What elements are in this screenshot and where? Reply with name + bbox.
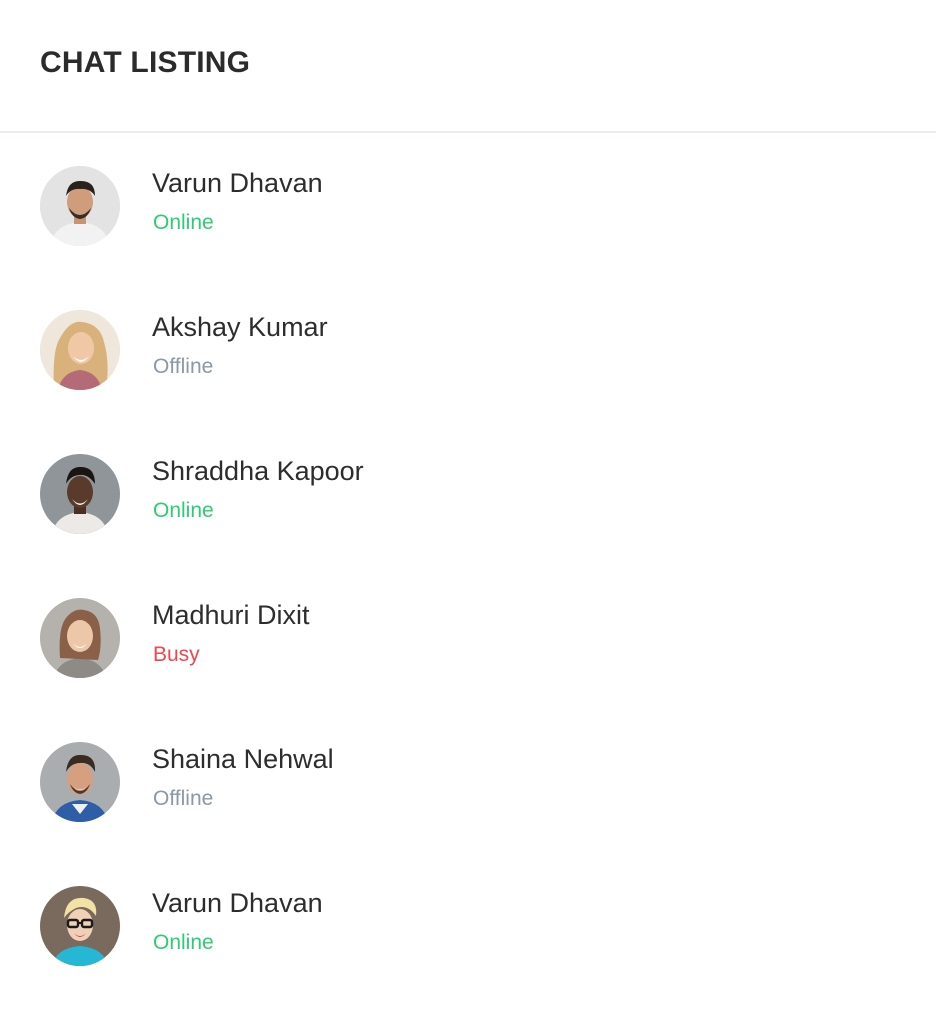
contact-item[interactable]: Shaina Nehwal Offline bbox=[0, 709, 936, 853]
contact-item[interactable]: Varun Dhavan Online bbox=[0, 133, 936, 277]
avatar bbox=[40, 310, 120, 390]
contact-name: Varun Dhavan bbox=[152, 888, 323, 918]
person-avatar-icon bbox=[40, 454, 120, 534]
person-avatar-icon bbox=[40, 310, 120, 390]
contact-status: Online bbox=[153, 211, 214, 234]
contact-status: Online bbox=[153, 499, 214, 522]
contact-status: Busy bbox=[153, 643, 200, 666]
avatar bbox=[40, 166, 120, 246]
contact-name: Madhuri Dixit bbox=[152, 600, 310, 630]
contact-name: Varun Dhavan bbox=[152, 168, 323, 198]
contact-list: Varun Dhavan Online Akshay Kumar Offline bbox=[0, 133, 936, 997]
contact-status: Offline bbox=[153, 787, 214, 810]
avatar bbox=[40, 598, 120, 678]
avatar bbox=[40, 454, 120, 534]
contact-item[interactable]: Akshay Kumar Offline bbox=[0, 277, 936, 421]
contact-status: Online bbox=[153, 931, 214, 954]
person-avatar-icon bbox=[40, 166, 120, 246]
contact-item[interactable]: Shraddha Kapoor Online bbox=[0, 421, 936, 565]
contact-item[interactable]: Madhuri Dixit Busy bbox=[0, 565, 936, 709]
avatar bbox=[40, 886, 120, 966]
contact-name: Shaina Nehwal bbox=[152, 744, 334, 774]
contact-status: Offline bbox=[153, 355, 214, 378]
contact-name: Shraddha Kapoor bbox=[152, 456, 364, 486]
person-avatar-icon bbox=[40, 598, 120, 678]
avatar bbox=[40, 742, 120, 822]
chat-listing-header: CHAT LISTING bbox=[0, 0, 936, 133]
contact-name: Akshay Kumar bbox=[152, 312, 328, 342]
page-title: CHAT LISTING bbox=[40, 46, 251, 79]
person-avatar-icon bbox=[40, 886, 120, 966]
person-avatar-icon bbox=[40, 742, 120, 822]
contact-item[interactable]: Varun Dhavan Online bbox=[0, 853, 936, 997]
